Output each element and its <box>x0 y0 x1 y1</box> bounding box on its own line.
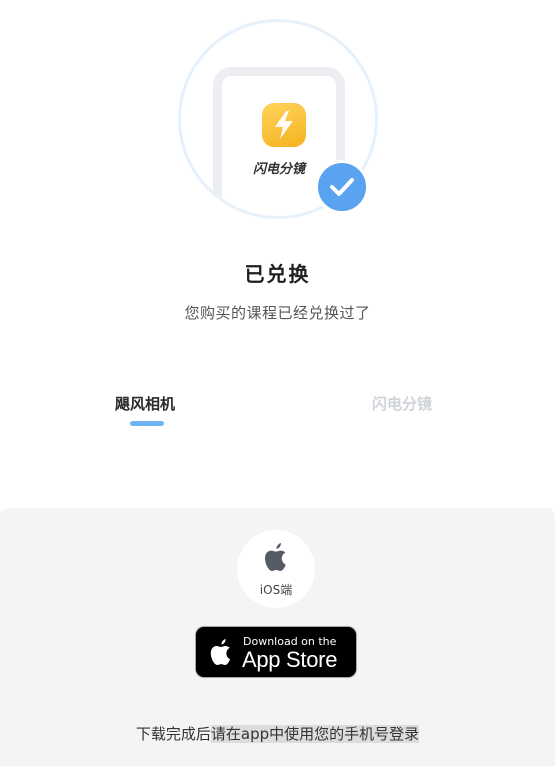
login-hint-plain: 下载完成后 <box>135 725 211 743</box>
login-hint-highlight: 请在app中使用您的手机号登录 <box>210 725 420 743</box>
checkmark-icon <box>330 178 354 196</box>
app-store-big-label: App Store <box>242 647 338 672</box>
check-badge <box>315 160 369 214</box>
app-store-button[interactable]: Download on the App Store <box>195 626 357 678</box>
tab-active-indicator <box>130 421 164 426</box>
ios-platform-badge: iOS端 <box>237 530 315 608</box>
apple-icon <box>265 543 286 571</box>
tab-hurricane-camera[interactable]: 飓风相机 <box>115 393 175 414</box>
lightning-icon <box>275 111 293 139</box>
status-title: 已兑换 <box>244 262 311 286</box>
tab-lightning-storyboard[interactable]: 闪电分镜 <box>372 393 432 414</box>
app-icon <box>262 103 306 147</box>
ios-label: iOS端 <box>259 583 293 597</box>
login-hint: 下载完成后请在app中使用您的手机号登录 <box>0 723 555 744</box>
download-panel: iOS端 Download on the App Store 下载完成后请在ap… <box>0 508 555 766</box>
status-subtitle: 您购买的课程已经兑换过了 <box>184 304 371 322</box>
hero-section: 闪电分镜 已兑换 您购买的课程已经兑换过了 飓风相机 闪电分镜 <box>0 0 555 510</box>
apple-logo-icon <box>210 639 231 665</box>
